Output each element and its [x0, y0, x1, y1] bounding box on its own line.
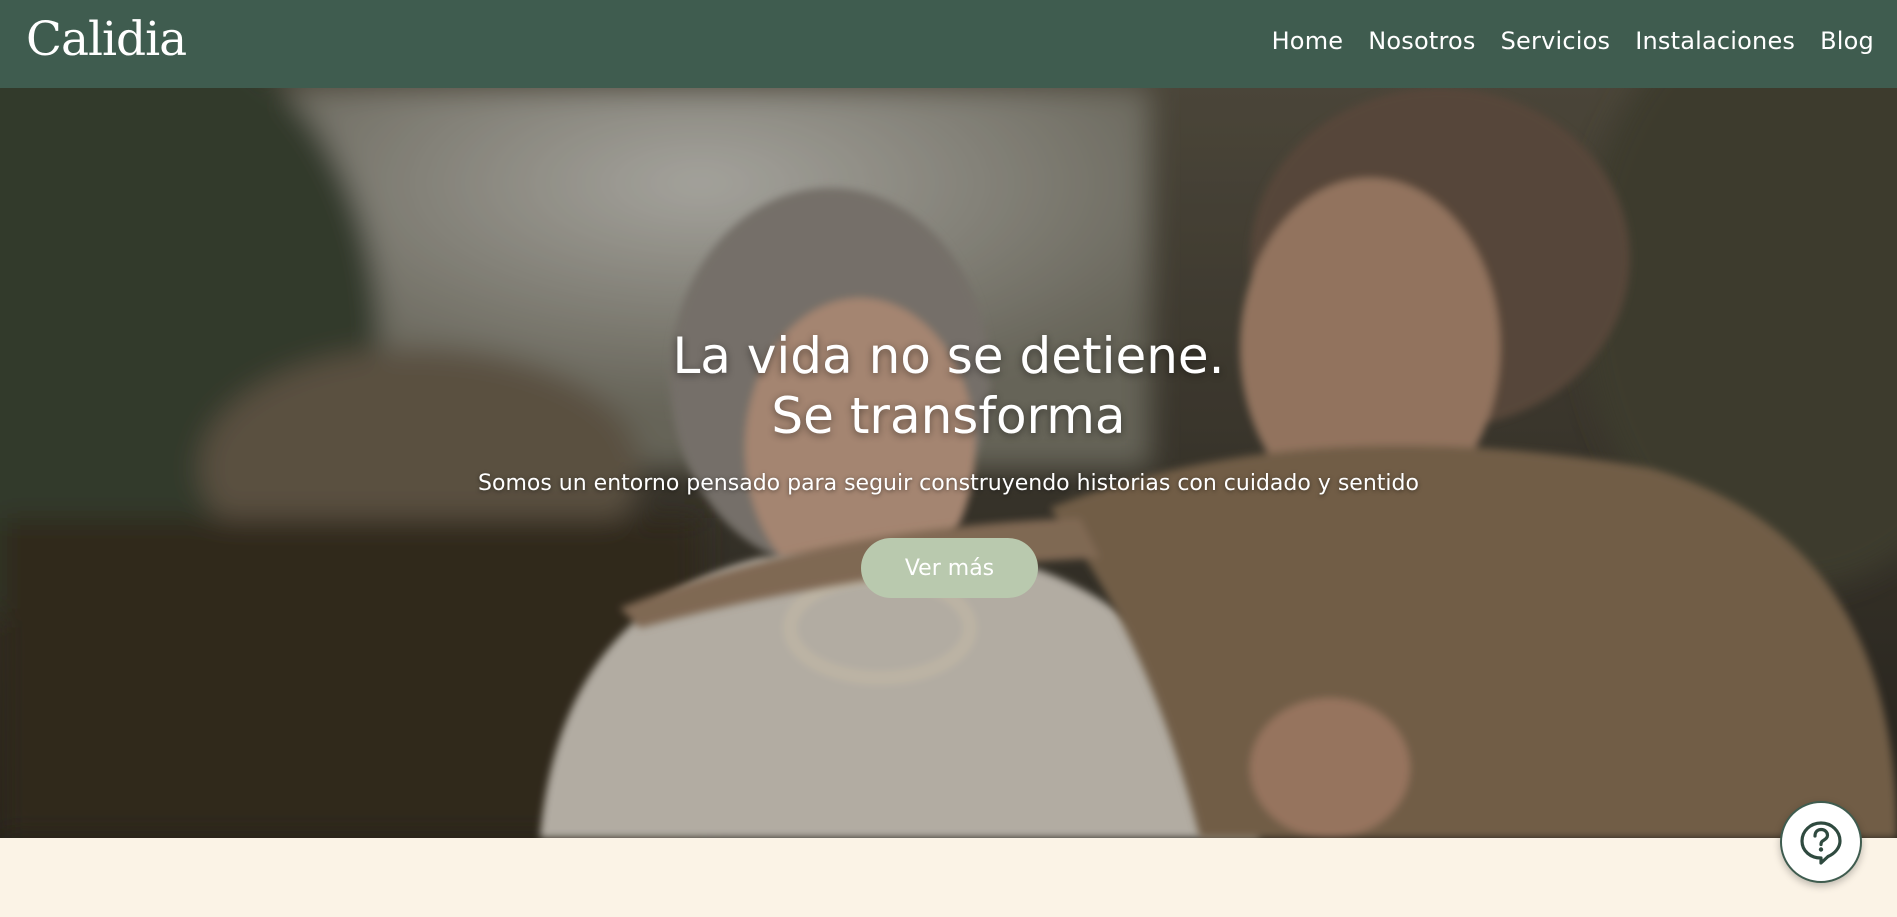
ver-mas-button[interactable]: Ver más	[861, 538, 1038, 598]
main-nav: Home Nosotros Servicios Instalaciones Bl…	[1247, 27, 1874, 55]
nav-item-blog[interactable]: Blog	[1820, 27, 1874, 55]
hero-title-line-2: Se transforma	[771, 387, 1126, 445]
nav-item-instalaciones[interactable]: Instalaciones	[1635, 27, 1795, 55]
nav-item-servicios[interactable]: Servicios	[1501, 27, 1611, 55]
nav-item-home[interactable]: Home	[1272, 27, 1344, 55]
nav-item-nosotros[interactable]: Nosotros	[1368, 27, 1475, 55]
hero-subtitle: Somos un entorno pensado para seguir con…	[478, 471, 1419, 496]
hero-content: La vida no se detiene. Se transforma Som…	[0, 88, 1897, 838]
hero-title-line-1: La vida no se detiene.	[672, 327, 1225, 385]
site-header: Calidia Home Nosotros Servicios Instalac…	[0, 0, 1897, 88]
hero-section: La vida no se detiene. Se transforma Som…	[0, 88, 1897, 838]
hero-title: La vida no se detiene. Se transforma	[0, 326, 1897, 446]
logo[interactable]: Calidia	[26, 16, 187, 63]
help-button[interactable]	[1780, 801, 1862, 883]
question-bubble-icon	[1800, 821, 1842, 865]
